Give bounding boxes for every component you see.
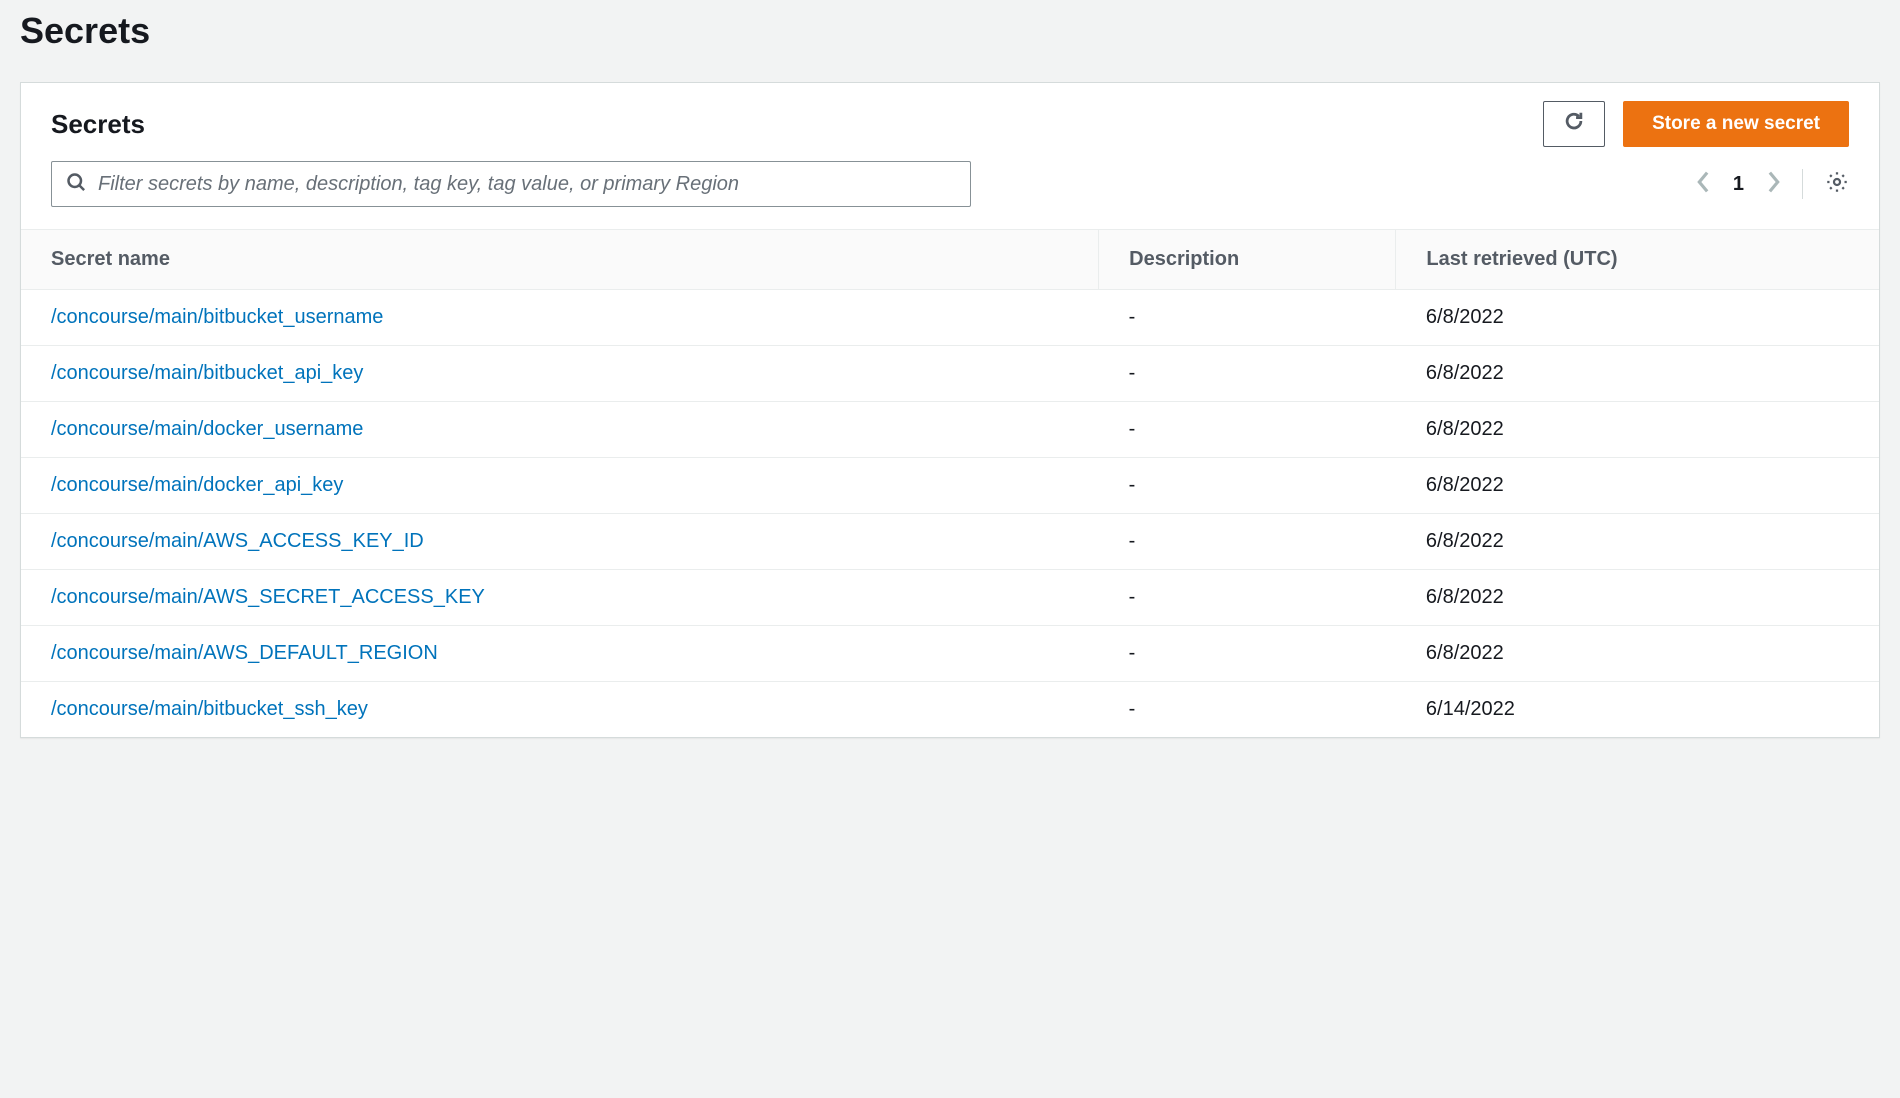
cell-secret-name: /concourse/main/bitbucket_api_key [21, 346, 1099, 402]
cell-last-retrieved: 6/8/2022 [1396, 290, 1879, 346]
table-row: /concourse/main/bitbucket_ssh_key -6/14/2… [21, 682, 1879, 738]
cell-secret-name: /concourse/main/docker_api_key [21, 458, 1099, 514]
pagination-divider [1802, 169, 1803, 199]
cell-secret-name: /concourse/main/AWS_SECRET_ACCESS_KEY [21, 570, 1099, 626]
cell-last-retrieved: 6/8/2022 [1396, 570, 1879, 626]
cell-secret-name: /concourse/main/AWS_ACCESS_KEY_ID [21, 514, 1099, 570]
secret-link[interactable]: /concourse/main/docker_api_key [51, 474, 343, 496]
table-row: /concourse/main/docker_username -6/8/2022 [21, 402, 1879, 458]
cell-secret-name: /concourse/main/AWS_DEFAULT_REGION [21, 626, 1099, 682]
store-new-secret-button[interactable]: Store a new secret [1623, 101, 1849, 147]
search-input[interactable] [98, 173, 956, 196]
cell-description: - [1099, 402, 1396, 458]
secret-link[interactable]: /concourse/main/docker_username [51, 418, 363, 440]
table-row: /concourse/main/bitbucket_api_key -6/8/20… [21, 346, 1879, 402]
table-row: /concourse/main/docker_api_key -6/8/2022 [21, 458, 1879, 514]
refresh-button[interactable] [1543, 101, 1605, 147]
secret-link[interactable]: /concourse/main/AWS_SECRET_ACCESS_KEY [51, 586, 485, 608]
secrets-table: Secret name Description Last retrieved (… [21, 229, 1879, 737]
cell-secret-name: /concourse/main/bitbucket_username [21, 290, 1099, 346]
secret-link[interactable]: /concourse/main/bitbucket_api_key [51, 362, 363, 384]
chevron-right-icon [1766, 171, 1780, 198]
table-row: /concourse/main/AWS_ACCESS_KEY_ID -6/8/20… [21, 514, 1879, 570]
cell-description: - [1099, 458, 1396, 514]
column-header-last-retrieved[interactable]: Last retrieved (UTC) [1396, 230, 1879, 290]
cell-last-retrieved: 6/8/2022 [1396, 402, 1879, 458]
cell-secret-name: /concourse/main/bitbucket_ssh_key [21, 682, 1099, 738]
cell-last-retrieved: 6/14/2022 [1396, 682, 1879, 738]
panel-title: Secrets [51, 109, 145, 140]
chevron-left-icon [1697, 171, 1711, 198]
secret-link[interactable]: /concourse/main/AWS_DEFAULT_REGION [51, 642, 438, 664]
secrets-panel: Secrets Store a new secret [20, 82, 1880, 738]
cell-description: - [1099, 570, 1396, 626]
table-row: /concourse/main/AWS_SECRET_ACCESS_KEY -6/… [21, 570, 1879, 626]
cell-last-retrieved: 6/8/2022 [1396, 514, 1879, 570]
page-number: 1 [1733, 173, 1744, 196]
pagination: 1 [1697, 169, 1849, 199]
cell-description: - [1099, 682, 1396, 738]
search-box[interactable] [51, 161, 971, 207]
panel-actions: Store a new secret [1543, 101, 1849, 147]
cell-last-retrieved: 6/8/2022 [1396, 626, 1879, 682]
cell-description: - [1099, 290, 1396, 346]
cell-description: - [1099, 514, 1396, 570]
next-page-button[interactable] [1766, 171, 1780, 198]
table-row: /concourse/main/bitbucket_username -6/8/2… [21, 290, 1879, 346]
cell-last-retrieved: 6/8/2022 [1396, 346, 1879, 402]
gear-icon [1825, 170, 1849, 199]
secret-link[interactable]: /concourse/main/bitbucket_username [51, 306, 383, 328]
cell-description: - [1099, 626, 1396, 682]
column-header-name[interactable]: Secret name [21, 230, 1099, 290]
refresh-icon [1563, 110, 1585, 138]
search-row: 1 [21, 161, 1879, 229]
page-title: Secrets [20, 10, 1880, 52]
column-header-description[interactable]: Description [1099, 230, 1396, 290]
cell-secret-name: /concourse/main/docker_username [21, 402, 1099, 458]
table-row: /concourse/main/AWS_DEFAULT_REGION -6/8/2… [21, 626, 1879, 682]
search-icon [66, 172, 98, 197]
cell-description: - [1099, 346, 1396, 402]
prev-page-button[interactable] [1697, 171, 1711, 198]
panel-header: Secrets Store a new secret [21, 83, 1879, 161]
secret-link[interactable]: /concourse/main/AWS_ACCESS_KEY_ID [51, 530, 424, 552]
table-settings-button[interactable] [1825, 170, 1849, 199]
secret-link[interactable]: /concourse/main/bitbucket_ssh_key [51, 698, 368, 720]
cell-last-retrieved: 6/8/2022 [1396, 458, 1879, 514]
